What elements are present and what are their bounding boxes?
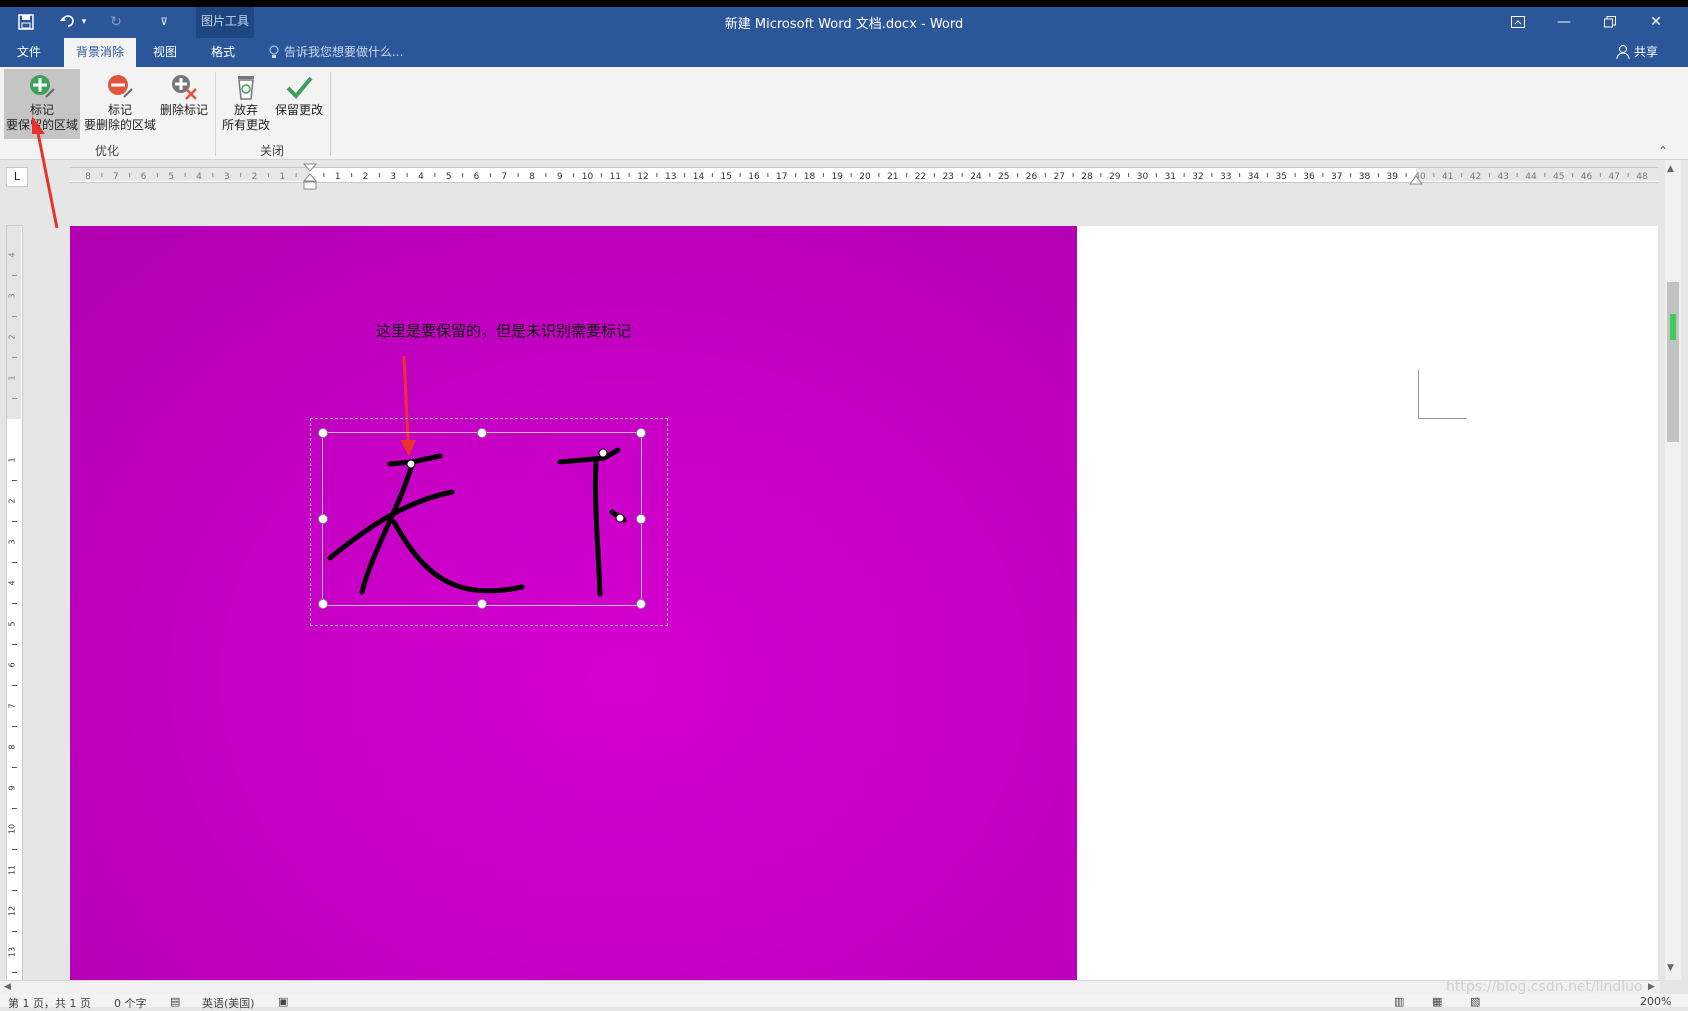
scroll-up-icon[interactable]: ▲ xyxy=(1667,164,1674,174)
vertical-scroll-thumb[interactable] xyxy=(1667,282,1679,442)
watermark-text: https://blog.csdn.net/lindluo xyxy=(1446,979,1643,995)
keep-mark-plus-icon xyxy=(615,513,625,523)
word-count[interactable]: 0 个字 xyxy=(114,995,147,1011)
keep-mark-plus-icon xyxy=(598,448,608,458)
web-layout-icon[interactable]: ▧ xyxy=(1470,995,1480,1008)
ribbon-pointer-arrow xyxy=(32,116,59,229)
scroll-left-icon[interactable]: ◀ xyxy=(4,982,11,992)
scroll-down-icon[interactable]: ▼ xyxy=(1667,963,1674,973)
scroll-position-marker xyxy=(1670,314,1676,340)
language-indicator[interactable]: 英语(美国) xyxy=(202,995,255,1011)
read-mode-icon[interactable]: ▥ xyxy=(1394,995,1404,1008)
print-layout-icon[interactable]: ▦ xyxy=(1432,995,1442,1008)
handwritten-characters-image xyxy=(327,447,627,597)
red-arrow-overlay xyxy=(32,116,416,456)
zoom-level[interactable]: 200% xyxy=(1640,995,1671,1008)
macro-icon[interactable]: ▣ xyxy=(278,995,288,1008)
scroll-right-icon[interactable]: ▶ xyxy=(1648,982,1655,992)
horizontal-scrollbar[interactable] xyxy=(0,980,1660,995)
page-count[interactable]: 第 1 页，共 1 页 xyxy=(8,995,91,1011)
keep-mark-plus-icon xyxy=(406,459,416,469)
proofing-icon[interactable]: ▤ xyxy=(170,995,180,1008)
